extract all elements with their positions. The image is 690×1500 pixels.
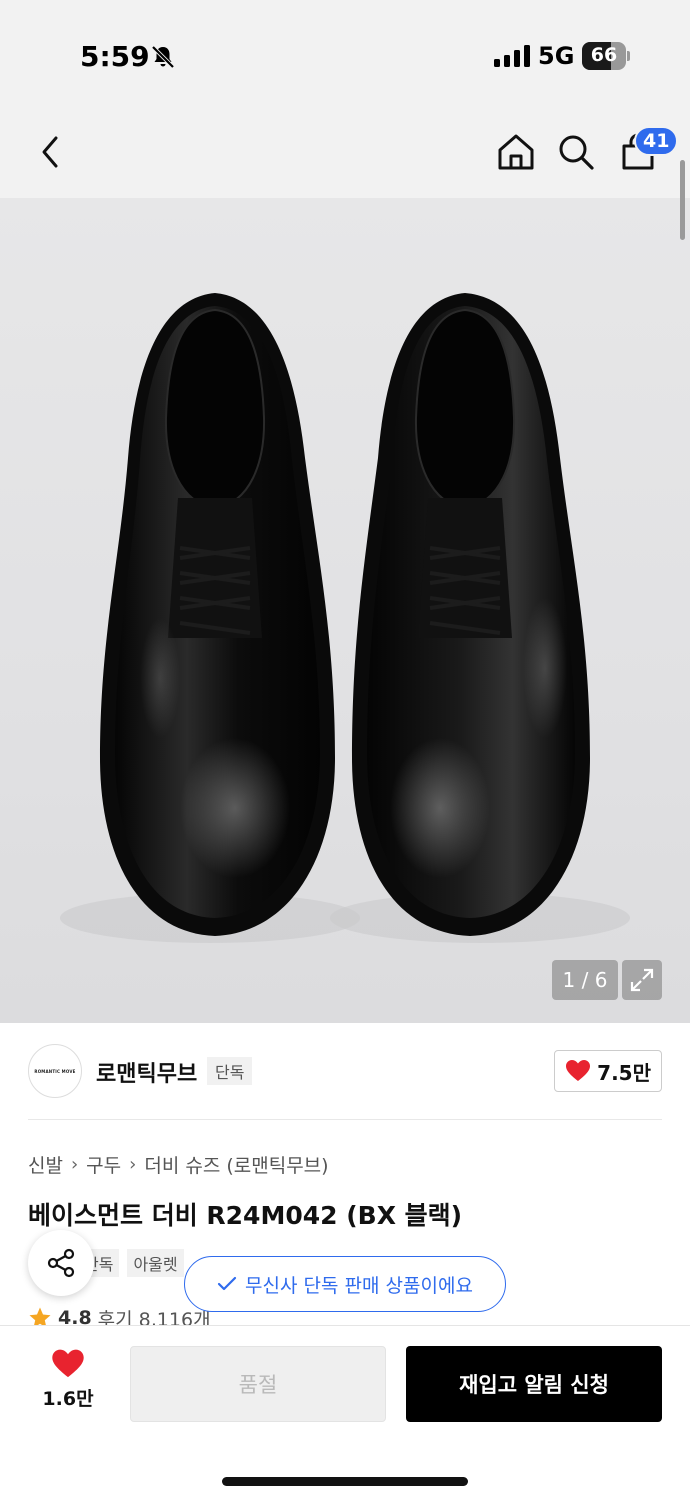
expand-icon bbox=[630, 968, 654, 992]
battery-icon: 66 bbox=[582, 42, 630, 70]
chevron-left-icon bbox=[42, 136, 58, 168]
chevron-right-icon: › bbox=[70, 1153, 79, 1175]
brand-logo-text: ROMANTIC MOVE bbox=[34, 1068, 76, 1074]
brand-like-button[interactable]: 7.5만 bbox=[554, 1050, 662, 1092]
back-button[interactable] bbox=[28, 128, 72, 176]
breadcrumb-item[interactable]: 구두 bbox=[86, 1151, 121, 1178]
bell-off-icon bbox=[151, 45, 175, 69]
brand-like-count: 7.5만 bbox=[597, 1060, 651, 1085]
exclusive-notice: 무신사 단독 판매 상품이에요 bbox=[184, 1256, 506, 1312]
restock-alert-button[interactable]: 재입고 알림 신청 bbox=[406, 1346, 662, 1422]
brand-name[interactable]: 로맨틱무브 bbox=[96, 1056, 197, 1088]
share-button[interactable] bbox=[28, 1230, 94, 1296]
expand-button[interactable] bbox=[622, 960, 662, 1000]
search-button[interactable] bbox=[554, 128, 598, 176]
wishlist-count: 1.6만 bbox=[42, 1388, 94, 1410]
product-title: 베이스먼트 더비 R24M042 (BX 블랙) bbox=[28, 1201, 463, 1230]
bottom-action-bar: 1.6만 품절 재입고 알림 신청 bbox=[0, 1325, 690, 1500]
signal-icon bbox=[494, 45, 530, 67]
product-image[interactable]: 1 / 6 bbox=[0, 198, 690, 1023]
soldout-button: 품절 bbox=[130, 1346, 386, 1422]
share-icon bbox=[47, 1248, 75, 1278]
product-tag: 아울렛 bbox=[127, 1249, 184, 1277]
status-time: 5:59 bbox=[80, 40, 150, 73]
brand-exclusive-tag: 단독 bbox=[207, 1057, 253, 1085]
check-icon bbox=[217, 1276, 237, 1291]
wishlist-button[interactable]: 1.6만 bbox=[28, 1348, 108, 1420]
search-icon bbox=[559, 135, 594, 170]
breadcrumb-item[interactable]: 더비 슈즈 (로맨틱무브) bbox=[144, 1151, 328, 1178]
chevron-right-icon: › bbox=[129, 1153, 137, 1175]
network-label: 5G bbox=[538, 42, 575, 70]
scrollbar[interactable] bbox=[680, 160, 685, 240]
breadcrumb-item[interactable]: 신발 bbox=[28, 1151, 63, 1178]
home-button[interactable] bbox=[494, 128, 538, 176]
breadcrumb: 신발 › 구두 › 더비 슈즈 (로맨틱무브) bbox=[28, 1150, 329, 1178]
divider bbox=[28, 1119, 662, 1120]
home-icon bbox=[498, 134, 534, 170]
heart-icon bbox=[566, 1060, 591, 1081]
home-indicator[interactable] bbox=[222, 1477, 468, 1486]
heart-icon bbox=[52, 1349, 84, 1378]
product-photo-shoes bbox=[60, 293, 630, 943]
status-bar: 5:59 5G 66 bbox=[0, 0, 690, 110]
cart-badge: 41 bbox=[634, 126, 679, 156]
image-counter: 1 / 6 bbox=[552, 960, 618, 1000]
brand-row: ROMANTIC MOVE 로맨틱무브 단독 7.5만 bbox=[28, 1040, 662, 1104]
exclusive-notice-text: 무신사 단독 판매 상품이에요 bbox=[245, 1274, 473, 1297]
brand-logo[interactable]: ROMANTIC MOVE bbox=[28, 1044, 82, 1098]
header-nav: 41 bbox=[0, 110, 690, 198]
